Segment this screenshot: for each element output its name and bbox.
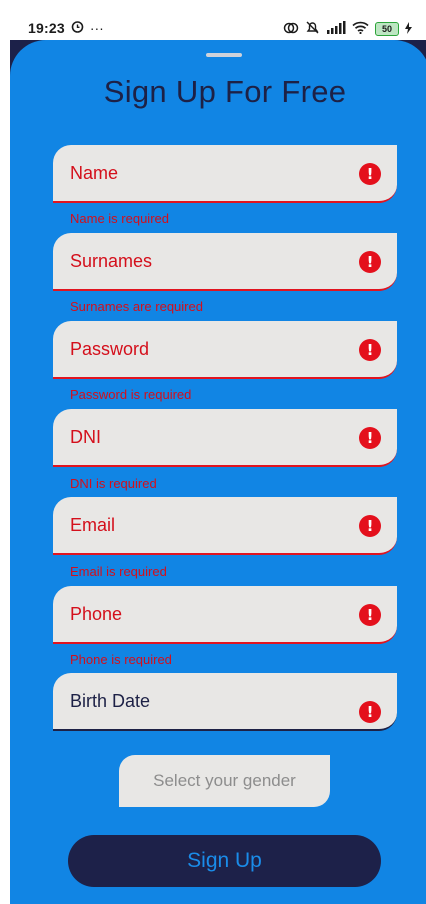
name-error-text: Name is required (70, 211, 169, 226)
email-field-label: Email (70, 514, 116, 535)
drag-handle[interactable] (206, 53, 242, 57)
page-title: Sign Up For Free (103, 74, 347, 109)
wifi-icon (352, 21, 369, 37)
error-icon: ! (359, 427, 381, 449)
notification-off-icon (305, 20, 320, 38)
battery-icon: 50 (375, 22, 399, 36)
signal-icon (326, 21, 346, 37)
alarm-icon (71, 20, 84, 36)
phone-error-text: Phone is required (70, 652, 172, 667)
password-field[interactable]: Password ! (53, 321, 397, 379)
sign-up-button[interactable]: Sign Up (68, 835, 381, 887)
dni-error-text: DNI is required (70, 476, 157, 491)
charging-icon (405, 21, 412, 37)
phone-field[interactable]: Phone ! (53, 586, 397, 644)
error-icon: ! (359, 251, 381, 273)
error-icon: ! (359, 339, 381, 361)
birth-date-field[interactable]: Birth Date ! (53, 673, 397, 731)
name-field[interactable]: Name ! (53, 145, 397, 203)
dni-field[interactable]: DNI ! (53, 409, 397, 467)
birth-date-field-label: Birth Date (70, 690, 151, 711)
name-field-label: Name (70, 162, 119, 183)
error-icon: ! (359, 515, 381, 537)
dni-field-label: DNI (70, 426, 101, 447)
surnames-field[interactable]: Surnames ! (53, 233, 397, 291)
surnames-field-label: Surnames (70, 250, 153, 271)
error-icon: ! (359, 604, 381, 626)
status-time: 19:23 (28, 20, 65, 36)
surnames-error-text: Surnames are required (70, 299, 203, 314)
password-field-label: Password (70, 338, 150, 359)
phone-field-label: Phone (70, 603, 123, 624)
email-error-text: Email is required (70, 564, 167, 579)
gender-select[interactable]: Select your gender (119, 755, 330, 807)
error-icon: ! (359, 701, 381, 723)
password-error-text: Password is required (70, 387, 192, 402)
email-field[interactable]: Email ! (53, 497, 397, 555)
more-dots: ··· (89, 20, 104, 36)
error-icon: ! (359, 163, 381, 185)
sync-icon (283, 21, 299, 38)
